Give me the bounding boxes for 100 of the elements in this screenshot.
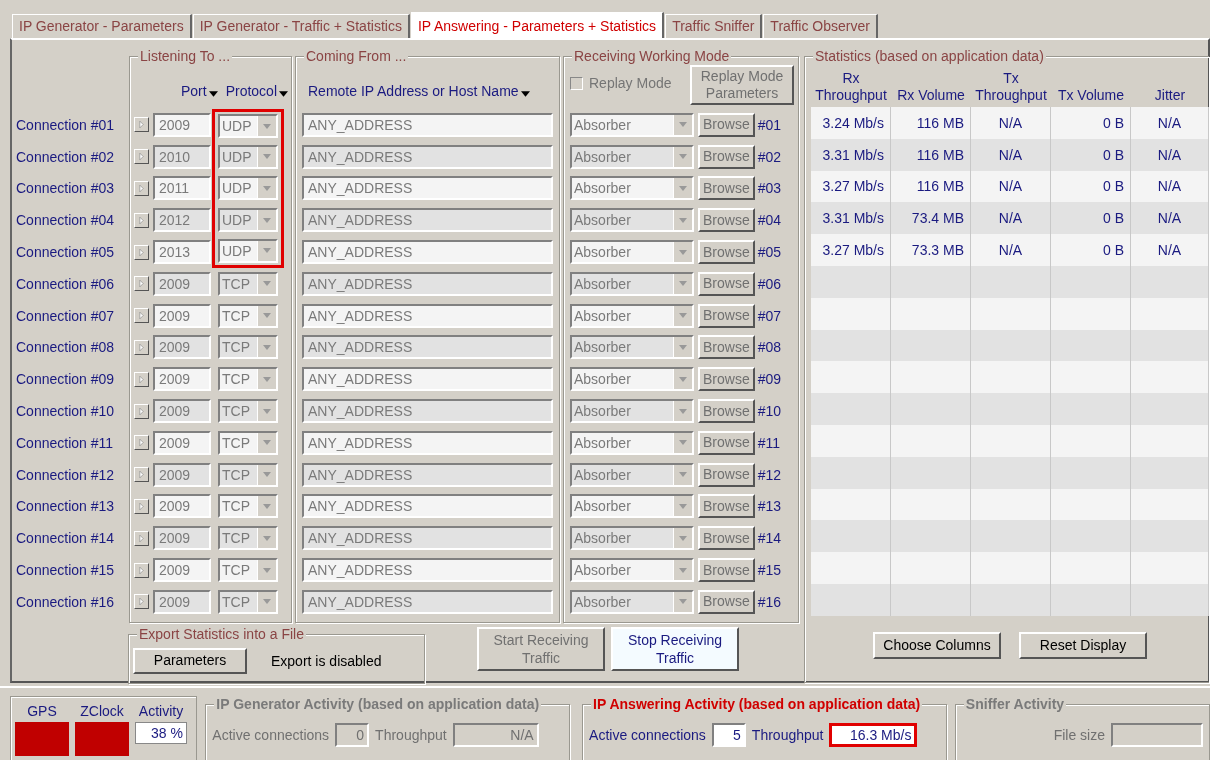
address-field[interactable]: ANY_ADDRESS — [302, 303, 553, 328]
expand-button[interactable] — [134, 562, 149, 578]
tab[interactable]: Traffic Sniffer — [665, 14, 763, 38]
mode-dropdown[interactable]: Absorber — [570, 144, 694, 169]
mode-dropdown[interactable]: Absorber — [570, 462, 694, 487]
mode-dropdown[interactable]: Absorber — [570, 303, 694, 328]
protocol-dropdown[interactable]: TCP — [218, 526, 278, 551]
port-header[interactable]: Port — [180, 83, 218, 109]
protocol-dropdown[interactable]: TCP — [218, 271, 278, 296]
expand-button[interactable] — [134, 371, 149, 387]
port-field[interactable]: 2009 — [153, 494, 211, 519]
mode-dropdown[interactable]: Absorber — [570, 335, 694, 360]
port-field[interactable]: 2009 — [153, 335, 211, 360]
expand-button[interactable] — [134, 403, 149, 419]
mode-dropdown[interactable]: Absorber — [570, 367, 694, 392]
protocol-dropdown[interactable]: TCP — [218, 335, 278, 360]
address-field[interactable]: ANY_ADDRESS — [302, 112, 553, 137]
choose-columns-button[interactable]: Choose Columns — [873, 631, 1001, 659]
table-cell: N/A — [1131, 107, 1209, 139]
address-field[interactable]: ANY_ADDRESS — [302, 589, 553, 614]
mode-dropdown[interactable]: Absorber — [570, 208, 694, 233]
tab[interactable]: IP Answering - Parameters + Statistics — [410, 12, 665, 38]
port-field[interactable]: 2011 — [153, 176, 211, 201]
expand-button[interactable] — [134, 149, 149, 165]
parameters-button[interactable]: Parameters — [133, 647, 247, 674]
port-field[interactable]: 2012 — [153, 208, 211, 233]
mode-dropdown[interactable]: Absorber — [570, 240, 694, 265]
expand-button[interactable] — [134, 339, 149, 355]
port-field[interactable]: 2009 — [153, 367, 211, 392]
protocol-dropdown[interactable]: UDP — [218, 144, 278, 169]
address-field[interactable]: ANY_ADDRESS — [302, 208, 553, 233]
port-field[interactable]: 2009 — [153, 558, 211, 583]
address-field[interactable]: ANY_ADDRESS — [302, 240, 553, 265]
tab[interactable]: IP Generator - Traffic + Statistics — [192, 14, 410, 38]
protocol-dropdown[interactable]: TCP — [218, 462, 278, 487]
protocol-dropdown[interactable]: UDP — [218, 238, 278, 263]
address-field[interactable]: ANY_ADDRESS — [302, 494, 553, 519]
mode-dropdown[interactable]: Absorber — [570, 112, 694, 137]
protocol-dropdown[interactable]: TCP — [218, 494, 278, 519]
protocol-dropdown[interactable]: TCP — [218, 399, 278, 424]
port-field[interactable]: 2010 — [153, 144, 211, 169]
mode-dropdown[interactable]: Absorber — [570, 526, 694, 551]
connection-index: #14 — [757, 530, 782, 547]
expand-button[interactable] — [134, 435, 149, 451]
address-field[interactable]: ANY_ADDRESS — [302, 526, 553, 551]
mode-dropdown[interactable]: Absorber — [570, 271, 694, 296]
protocol-header[interactable]: Protocol — [225, 83, 288, 109]
port-field[interactable]: 2009 — [153, 430, 211, 455]
address-field[interactable]: ANY_ADDRESS — [302, 462, 553, 487]
address-field[interactable]: ANY_ADDRESS — [302, 399, 553, 424]
expand-button[interactable] — [134, 181, 149, 196]
address-field[interactable]: ANY_ADDRESS — [302, 367, 553, 392]
protocol-dropdown[interactable]: UDP — [218, 114, 278, 139]
expand-button[interactable] — [134, 594, 149, 610]
port-field[interactable]: 2009 — [153, 303, 211, 328]
port-field[interactable]: 2013 — [153, 240, 211, 265]
reset-display-button[interactable]: Reset Display — [1019, 631, 1147, 659]
address-field[interactable]: ANY_ADDRESS — [302, 558, 553, 583]
connection-index: #13 — [757, 498, 782, 515]
table-cell: N/A — [1131, 138, 1209, 171]
tab[interactable]: IP Generator - Parameters — [12, 14, 192, 38]
address-field[interactable]: ANY_ADDRESS — [302, 176, 553, 201]
protocol-dropdown[interactable]: UDP — [218, 208, 278, 233]
replay-mode-checkbox[interactable] — [570, 76, 583, 90]
expand-button[interactable] — [134, 530, 149, 546]
protocol-dropdown[interactable]: TCP — [218, 589, 278, 614]
triangle-icon — [139, 312, 144, 320]
address-field[interactable]: ANY_ADDRESS — [302, 335, 553, 360]
address-field[interactable]: ANY_ADDRESS — [302, 430, 553, 455]
port-field[interactable]: 2009 — [153, 271, 211, 296]
protocol-dropdown[interactable]: TCP — [218, 303, 278, 328]
address-field[interactable]: ANY_ADDRESS — [302, 271, 553, 296]
triangle-icon — [139, 439, 144, 447]
mode-dropdown[interactable]: Absorber — [570, 430, 694, 455]
expand-button[interactable] — [134, 498, 149, 514]
mode-dropdown[interactable]: Absorber — [570, 558, 694, 583]
protocol-dropdown[interactable]: TCP — [218, 430, 278, 455]
protocol-dropdown[interactable]: UDP — [218, 176, 278, 201]
port-field[interactable]: 2009 — [153, 112, 211, 137]
dropdown-arrow-icon — [263, 186, 271, 191]
port-field[interactable]: 2009 — [153, 589, 211, 614]
protocol-dropdown[interactable]: TCP — [218, 558, 278, 583]
expand-button[interactable] — [134, 117, 149, 133]
mode-dropdown[interactable]: Absorber — [570, 399, 694, 424]
port-field[interactable]: 2009 — [153, 399, 211, 424]
port-field[interactable]: 2009 — [153, 526, 211, 551]
expand-button[interactable] — [134, 308, 149, 324]
port-field[interactable]: 2009 — [153, 462, 211, 487]
mode-dropdown[interactable]: Absorber — [570, 176, 694, 201]
expand-button[interactable] — [134, 467, 149, 483]
expand-button[interactable] — [134, 212, 149, 228]
address-header[interactable]: Remote IP Address or Host Name — [302, 83, 530, 109]
mode-dropdown[interactable]: Absorber — [570, 589, 694, 614]
address-field[interactable]: ANY_ADDRESS — [302, 144, 553, 169]
mode-dropdown[interactable]: Absorber — [570, 494, 694, 519]
stop-receiving-button[interactable]: Stop Receiving Traffic — [611, 626, 739, 671]
protocol-dropdown[interactable]: TCP — [218, 367, 278, 392]
expand-button[interactable] — [134, 244, 149, 260]
expand-button[interactable] — [134, 276, 149, 292]
tab[interactable]: Traffic Observer — [763, 14, 878, 38]
